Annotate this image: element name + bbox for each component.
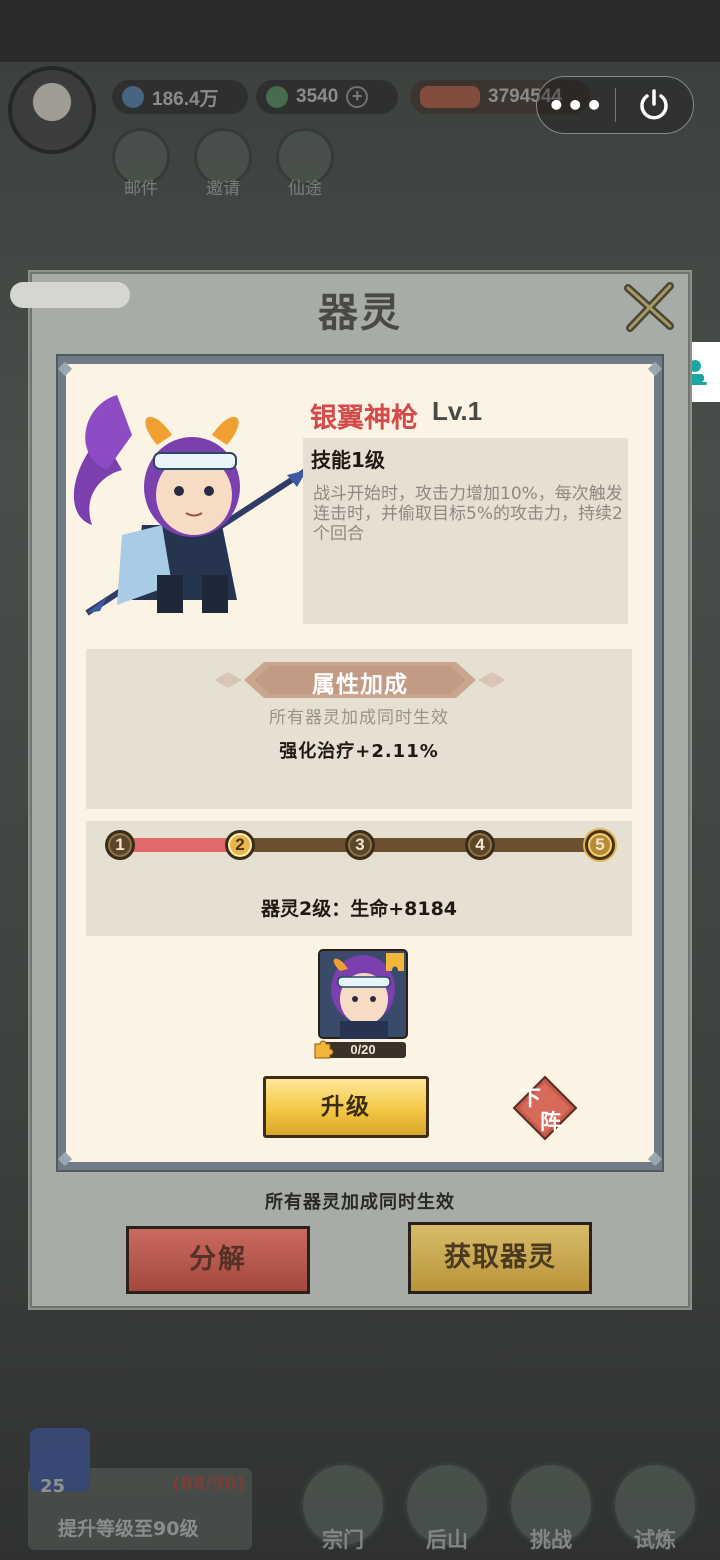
obtain-spirit-button[interactable]: 获取器灵 bbox=[408, 1222, 592, 1294]
level-node-1: 1 bbox=[105, 830, 135, 860]
trial-label: 试炼 bbox=[634, 1528, 676, 1552]
level-node-5: 5 bbox=[585, 830, 615, 860]
player-level: 25 bbox=[40, 1476, 66, 1497]
mail-label: 邮件 bbox=[124, 179, 158, 199]
decompose-button[interactable]: 分解 bbox=[126, 1226, 310, 1294]
dialog-title: 器灵 bbox=[318, 290, 402, 336]
close-icon bbox=[624, 282, 674, 332]
cultivation-icon bbox=[420, 86, 480, 108]
invite-label: 邀请 bbox=[206, 179, 240, 199]
skill-description: 战斗开始时，攻击力增加10%，每次触发连击时，并偷取目标5%的攻击力，持续2个回… bbox=[313, 484, 623, 544]
more-menu-button[interactable]: ••• bbox=[537, 89, 615, 122]
jade-value: 3540 bbox=[296, 86, 339, 107]
challenge-label: 挑战 bbox=[530, 1528, 572, 1552]
level-node-3: 3 bbox=[345, 830, 375, 860]
puzzle-piece-icon bbox=[314, 1040, 334, 1059]
add-jade-icon[interactable]: + bbox=[346, 86, 369, 108]
next-level-bonus: 器灵2级：生命+8184 bbox=[260, 898, 458, 920]
unequip-label-top: 下 bbox=[520, 1086, 541, 1110]
exit-button[interactable] bbox=[616, 87, 694, 123]
path-label: 仙途 bbox=[288, 179, 322, 199]
silver-counter: 186.4万 bbox=[112, 80, 248, 114]
upgrade-button[interactable]: 升级 bbox=[263, 1076, 429, 1138]
miniprogram-capsule: ••• bbox=[536, 76, 694, 134]
task-text: 提升等级至90级 bbox=[58, 1518, 199, 1540]
unequip-label-bottom: 阵 bbox=[540, 1110, 561, 1134]
level-node-2: 2 bbox=[225, 830, 255, 860]
jade-counter: 3540 + bbox=[256, 80, 398, 114]
spirit-portrait bbox=[73, 395, 309, 616]
jade-icon bbox=[266, 86, 288, 108]
task-progress: (88/90) bbox=[172, 1473, 246, 1494]
silver-icon bbox=[122, 86, 144, 108]
spirit-name: 银翼神枪 bbox=[310, 403, 418, 434]
status-bar bbox=[0, 0, 720, 62]
back-mountain-label: 后山 bbox=[426, 1528, 468, 1552]
power-icon bbox=[640, 89, 668, 120]
level-progress-fill bbox=[118, 838, 239, 852]
sect-label: 宗门 bbox=[322, 1528, 364, 1552]
skill-title: 技能1级 bbox=[311, 448, 385, 472]
attribute-title: 属性加成 bbox=[312, 672, 408, 698]
player-avatar[interactable] bbox=[8, 66, 96, 154]
attribute-subtitle: 所有器灵加成同时生效 bbox=[269, 708, 449, 728]
silver-value: 186.4万 bbox=[152, 88, 219, 110]
level-node-4: 4 bbox=[465, 830, 495, 860]
spirit-level: Lv.1 bbox=[432, 396, 483, 426]
spirit-fragment-icon[interactable] bbox=[318, 949, 408, 1039]
footer-note: 所有器灵加成同时生效 bbox=[265, 1192, 455, 1213]
attribute-value: 强化治疗+2.11% bbox=[279, 741, 439, 762]
close-button[interactable] bbox=[620, 278, 678, 336]
